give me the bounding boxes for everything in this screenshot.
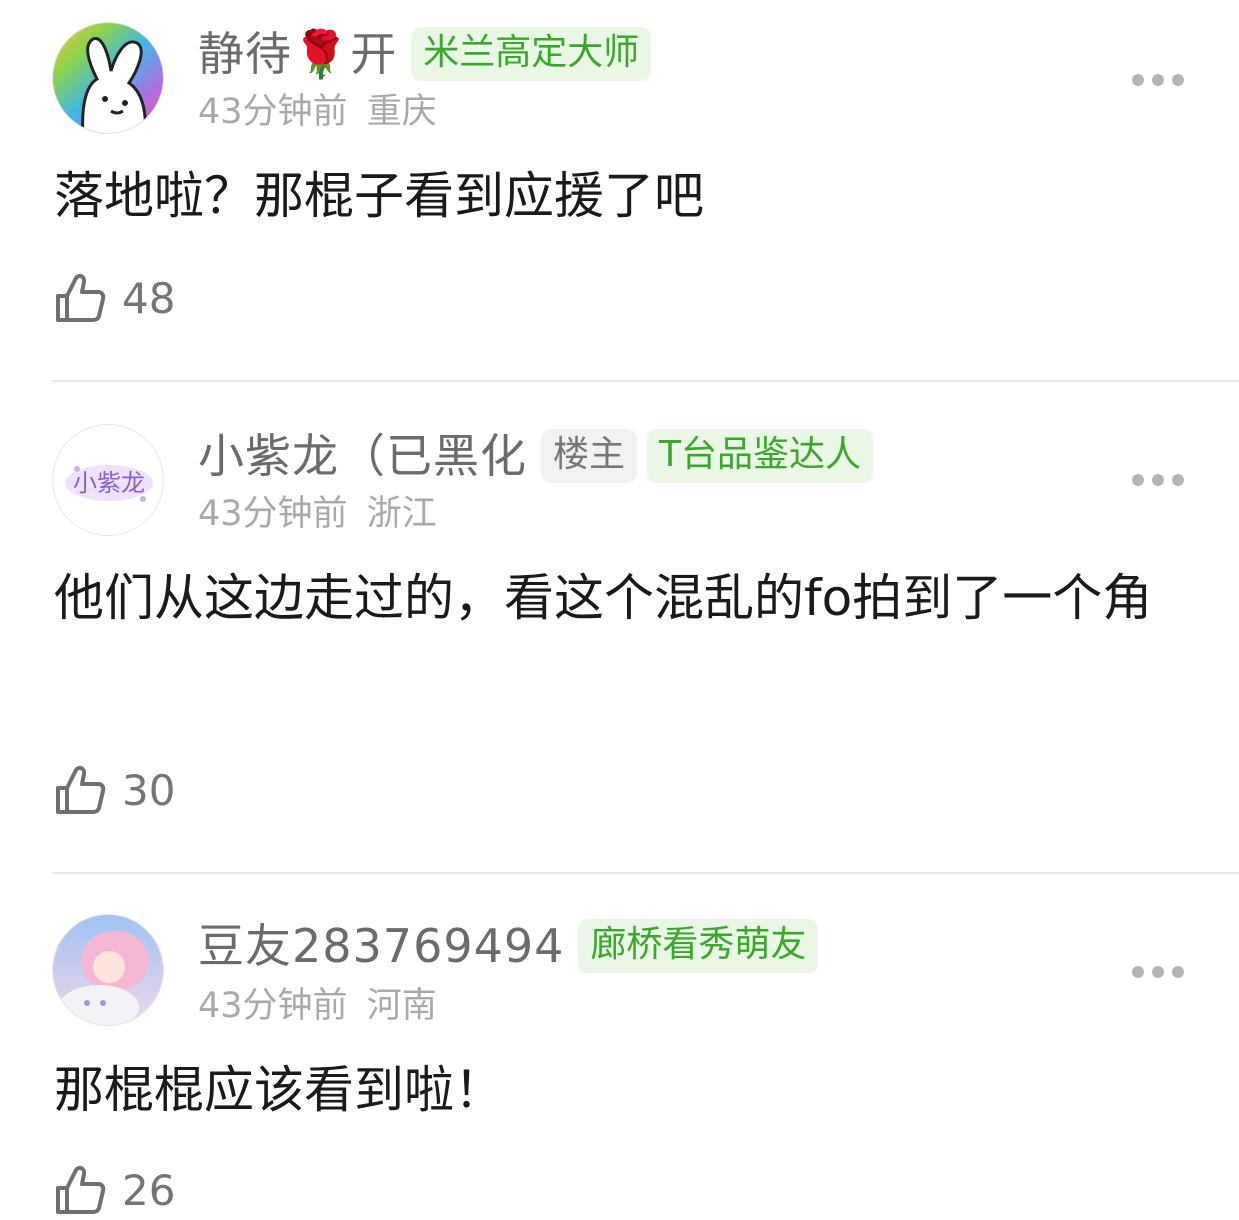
comment-time: 43分钟前 (198, 494, 348, 534)
like-button[interactable]: 48 (54, 268, 175, 328)
user-avatar[interactable]: 小紫龙 (52, 424, 164, 536)
user-badge[interactable]: 廊桥看秀萌友 (578, 919, 819, 973)
comment-time: 43分钟前 (198, 92, 348, 132)
comment-meta: 43分钟前 浙江 (198, 492, 437, 536)
comment-item: 小紫龙 小紫龙（已黑化 楼主 T台品鉴达人 43分钟前 浙江 他们从这边走过的，… (0, 382, 1239, 872)
user-badge[interactable]: T台品鉴达人 (647, 429, 874, 483)
comment-location: 河南 (366, 986, 437, 1026)
like-button[interactable]: 30 (54, 760, 175, 820)
purple-text-avatar-icon: 小紫龙 (54, 426, 163, 535)
like-count: 26 (122, 1165, 176, 1215)
comment-location: 重庆 (366, 92, 437, 132)
comment-meta: 43分钟前 河南 (198, 984, 437, 1028)
name-row: 静待🌹开 米兰高定大师 (198, 24, 652, 84)
like-button[interactable]: 26 (54, 1160, 175, 1220)
anime-girl-avatar-icon (53, 915, 163, 1025)
name-row: 小紫龙（已黑化 楼主 T台品鉴达人 (198, 426, 874, 486)
comment-text: 落地啦？那棍子看到应援了吧 (54, 167, 704, 225)
comment-time: 43分钟前 (198, 986, 348, 1026)
author-badge: 楼主 (541, 429, 638, 483)
more-options-icon[interactable] (1132, 72, 1184, 88)
user-avatar[interactable] (52, 914, 164, 1026)
comment-item: 静待🌹开 米兰高定大师 43分钟前 重庆 落地啦？那棍子看到应援了吧 48 (0, 0, 1239, 380)
username[interactable]: 小紫龙（已黑化 (198, 426, 527, 486)
username[interactable]: 豆友283769494 (198, 916, 564, 976)
comment-meta: 43分钟前 重庆 (198, 90, 437, 134)
comment-text: 他们从这边走过的，看这个混乱的fo拍到了一个角 (54, 569, 1153, 627)
name-row: 豆友283769494 廊桥看秀萌友 (198, 916, 819, 976)
comment-text: 那棍棍应该看到啦！ (54, 1061, 504, 1119)
comment-location: 浙江 (366, 494, 437, 534)
rabbit-avatar-icon (53, 23, 163, 133)
user-badge[interactable]: 米兰高定大师 (411, 27, 652, 81)
thumbs-up-icon (56, 1165, 106, 1214)
more-options-icon[interactable] (1132, 964, 1184, 980)
comment-item: 豆友283769494 廊桥看秀萌友 43分钟前 河南 那棍棍应该看到啦！ 26 (0, 874, 1239, 1215)
like-count: 48 (122, 273, 176, 323)
more-options-icon[interactable] (1132, 472, 1184, 488)
thumbs-up-icon (56, 273, 106, 322)
username[interactable]: 静待🌹开 (198, 24, 397, 84)
user-avatar[interactable] (52, 22, 164, 134)
thumbs-up-icon (56, 765, 106, 814)
avatar-text: 小紫龙 (73, 469, 145, 497)
like-count: 30 (122, 765, 176, 815)
